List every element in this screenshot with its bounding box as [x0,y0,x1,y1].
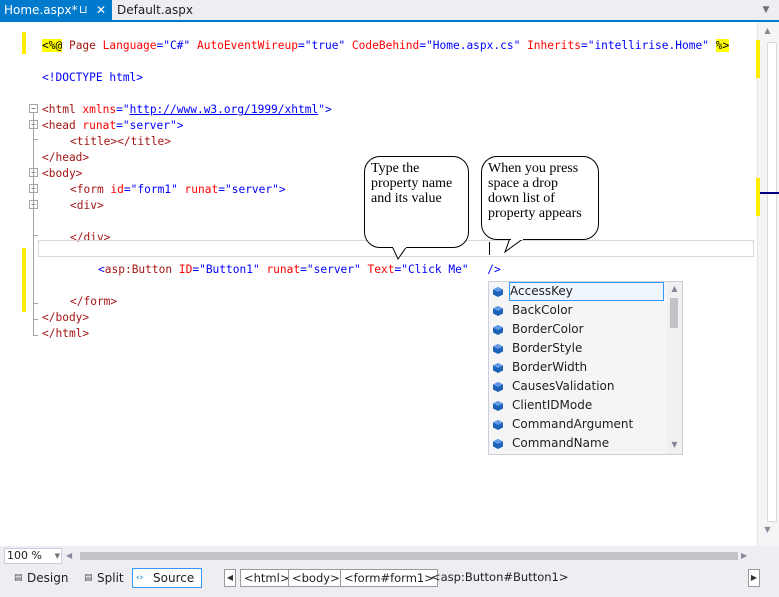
horizontal-scroll-thumb[interactable] [80,552,738,560]
completion-item[interactable]: BorderWidth [489,358,669,377]
zoom-level-value: 100 % [7,549,42,562]
zoom-level-select[interactable]: 100 % ▼ [4,548,62,564]
breadcrumb-forward-icon[interactable]: ▶ [748,569,760,587]
breadcrumb-item[interactable]: <html> [240,569,294,587]
property-icon [493,439,503,449]
completion-item-label: BorderColor [512,322,584,336]
property-icon [493,401,503,411]
completion-item-label: ClientIDMode [512,398,593,412]
source-view-button[interactable]: ‹› Source [132,568,202,588]
property-icon [493,287,503,297]
completion-item[interactable]: AccessKey [489,282,669,301]
design-label: Design [27,571,69,585]
property-icon [493,382,503,392]
callout-tail-join [393,245,406,248]
callout-dropdown-appears: When you press space a drop down list of… [481,156,599,240]
completion-item-label: CommandArgument [512,417,634,431]
vertical-scroll-thumb[interactable] [767,42,777,522]
property-icon [493,325,503,335]
callout-type-property: Type the property name and its value [364,156,469,248]
completion-item-label: AccessKey [510,284,573,298]
scroll-change-marker [756,178,760,216]
completion-item[interactable]: ClientIDMode [489,396,669,415]
completion-item[interactable]: CausesValidation [489,377,669,396]
completion-item[interactable]: CommandName [489,434,669,453]
breadcrumb-item[interactable]: <body> [288,569,344,587]
breadcrumb-item[interactable]: <form#form1> [340,569,438,587]
source-label: Source [153,571,195,585]
scroll-up-arrow-icon[interactable]: ▲ [667,283,682,295]
split-label: Split [97,571,124,585]
scroll-change-marker [756,40,760,78]
breadcrumb-back-icon[interactable]: ◀ [224,569,236,587]
design-icon: ▤ [14,573,23,583]
completion-scroll-thumb[interactable] [670,298,678,328]
callout-tail-join [511,237,523,240]
property-icon [493,344,503,354]
scroll-up-arrow-icon[interactable]: ▲ [760,25,775,37]
split-view-button[interactable]: ▤ Split [80,568,130,588]
scroll-left-arrow-icon[interactable]: ◀ [66,550,76,562]
scroll-caret-marker [760,192,779,194]
completion-item-label: BackColor [512,303,573,317]
scroll-down-arrow-icon[interactable]: ▼ [760,524,775,536]
completion-item[interactable]: BackColor [489,301,669,320]
completion-item[interactable]: CommandArgument [489,415,669,434]
completion-item-label: CommandName [512,436,610,450]
completion-item-label: BorderStyle [512,341,583,355]
breadcrumb-item-current[interactable]: <asp:Button#Button1> [428,569,571,587]
callout-text: Type the property name and its value [371,161,453,206]
scroll-right-arrow-icon[interactable]: ▶ [741,550,751,562]
completion-item-label: BorderWidth [512,360,588,374]
completion-item-label: CausesValidation [512,379,615,393]
split-icon: ▤ [84,573,93,583]
callout-text: When you press space a drop down list of… [488,161,582,221]
scroll-down-arrow-icon[interactable]: ▼ [667,439,682,451]
completion-item[interactable]: BorderStyle [489,339,669,358]
property-icon [493,363,503,373]
completion-item[interactable]: BorderColor [489,320,669,339]
property-icon [493,420,503,430]
chevron-down-icon: ▼ [54,552,60,560]
property-icon [493,306,503,316]
source-icon: ‹› [136,573,144,583]
design-view-button[interactable]: ▤ Design [10,568,70,588]
callout-tail [503,237,526,254]
